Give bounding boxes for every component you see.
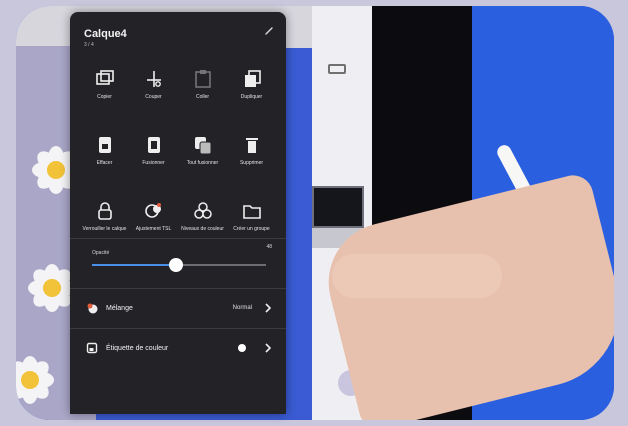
paste-label: Coller xyxy=(195,94,210,100)
merge-all-icon xyxy=(194,137,211,155)
opacity-value: 48 xyxy=(266,244,272,250)
merge-all-button[interactable]: Tout fusionner xyxy=(178,128,227,186)
divider xyxy=(70,328,286,329)
daisy-decoration xyxy=(16,356,54,404)
blend-icon xyxy=(87,303,98,314)
paste-icon xyxy=(194,70,211,88)
duplicate-label: Dupliquer xyxy=(240,94,263,100)
copy-label: Copier xyxy=(97,94,112,100)
panel-title: Calque4 xyxy=(84,28,127,40)
duplicate-button[interactable]: Dupliquer xyxy=(227,62,276,120)
color-levels-icon xyxy=(193,202,212,219)
daisy-decoration xyxy=(28,264,76,312)
copy-icon xyxy=(95,70,114,85)
opacity-slider-fill xyxy=(92,264,176,266)
hsl-adjust-icon xyxy=(144,203,161,218)
chevron-right-icon xyxy=(265,343,272,353)
create-group-label: Créer un groupe xyxy=(233,226,270,232)
paste-button[interactable]: Coller xyxy=(178,62,227,120)
divider xyxy=(70,238,286,239)
color-tag-label: Étiquette de couleur xyxy=(106,344,169,352)
cut-button[interactable]: Couper xyxy=(129,62,178,120)
daisy-center xyxy=(47,161,65,179)
merge-button[interactable]: Fusionner xyxy=(129,128,178,186)
duplicate-icon xyxy=(244,70,261,87)
color-tag-swatch xyxy=(238,344,246,352)
merge-all-label: Tout fusionner xyxy=(186,160,219,166)
layer-thumbnail[interactable] xyxy=(312,186,364,228)
blend-label: Mélange xyxy=(106,304,133,312)
pencil-icon[interactable] xyxy=(264,26,274,36)
scissors-icon xyxy=(146,71,161,87)
daisy-center xyxy=(43,279,61,297)
clear-label: Effacer xyxy=(96,160,113,166)
layer-actions-grid: Copier Couper Coller Dupliquer Effacer F… xyxy=(80,62,276,252)
delete-button[interactable]: Supprimer xyxy=(227,128,276,186)
daisy-center xyxy=(21,371,39,389)
color-levels-label: Niveaux de couleur xyxy=(181,226,224,232)
layer-options-panel: Calque4 3 / 4 Copier Couper Coller Dupli… xyxy=(70,12,286,414)
opacity-slider[interactable] xyxy=(92,258,266,272)
trash-icon xyxy=(245,138,258,153)
clear-layer-icon xyxy=(98,137,111,153)
hsl-adjust-label: Ajustement TSL xyxy=(135,226,172,232)
color-tag-row[interactable]: Étiquette de couleur xyxy=(70,334,286,362)
lock-layer-button[interactable]: Verrouiller le calque xyxy=(80,194,129,252)
cut-label: Couper xyxy=(145,94,162,100)
hsl-adjust-button[interactable]: Ajustement TSL xyxy=(129,194,178,252)
panel-subtitle: 3 / 4 xyxy=(84,42,94,48)
lock-icon xyxy=(97,202,112,220)
divider xyxy=(70,288,286,289)
blend-value: Normal xyxy=(232,305,252,311)
merge-label: Fusionner xyxy=(142,160,165,166)
folder-icon xyxy=(242,205,261,219)
finger xyxy=(332,254,502,298)
merge-icon xyxy=(147,137,160,153)
color-levels-button[interactable]: Niveaux de couleur xyxy=(178,194,227,252)
opacity-label: Opacité xyxy=(92,250,110,256)
delete-label: Supprimer xyxy=(239,160,264,166)
lock-layer-label: Verrouiller le calque xyxy=(82,226,127,232)
layer-icon[interactable] xyxy=(328,64,346,74)
clear-button[interactable]: Effacer xyxy=(80,128,129,186)
chevron-right-icon xyxy=(265,303,272,313)
opacity-slider-knob[interactable] xyxy=(168,258,183,272)
blend-mode-row[interactable]: Mélange Normal xyxy=(70,294,286,322)
copy-button[interactable]: Copier xyxy=(80,62,129,120)
tag-icon xyxy=(86,342,98,354)
